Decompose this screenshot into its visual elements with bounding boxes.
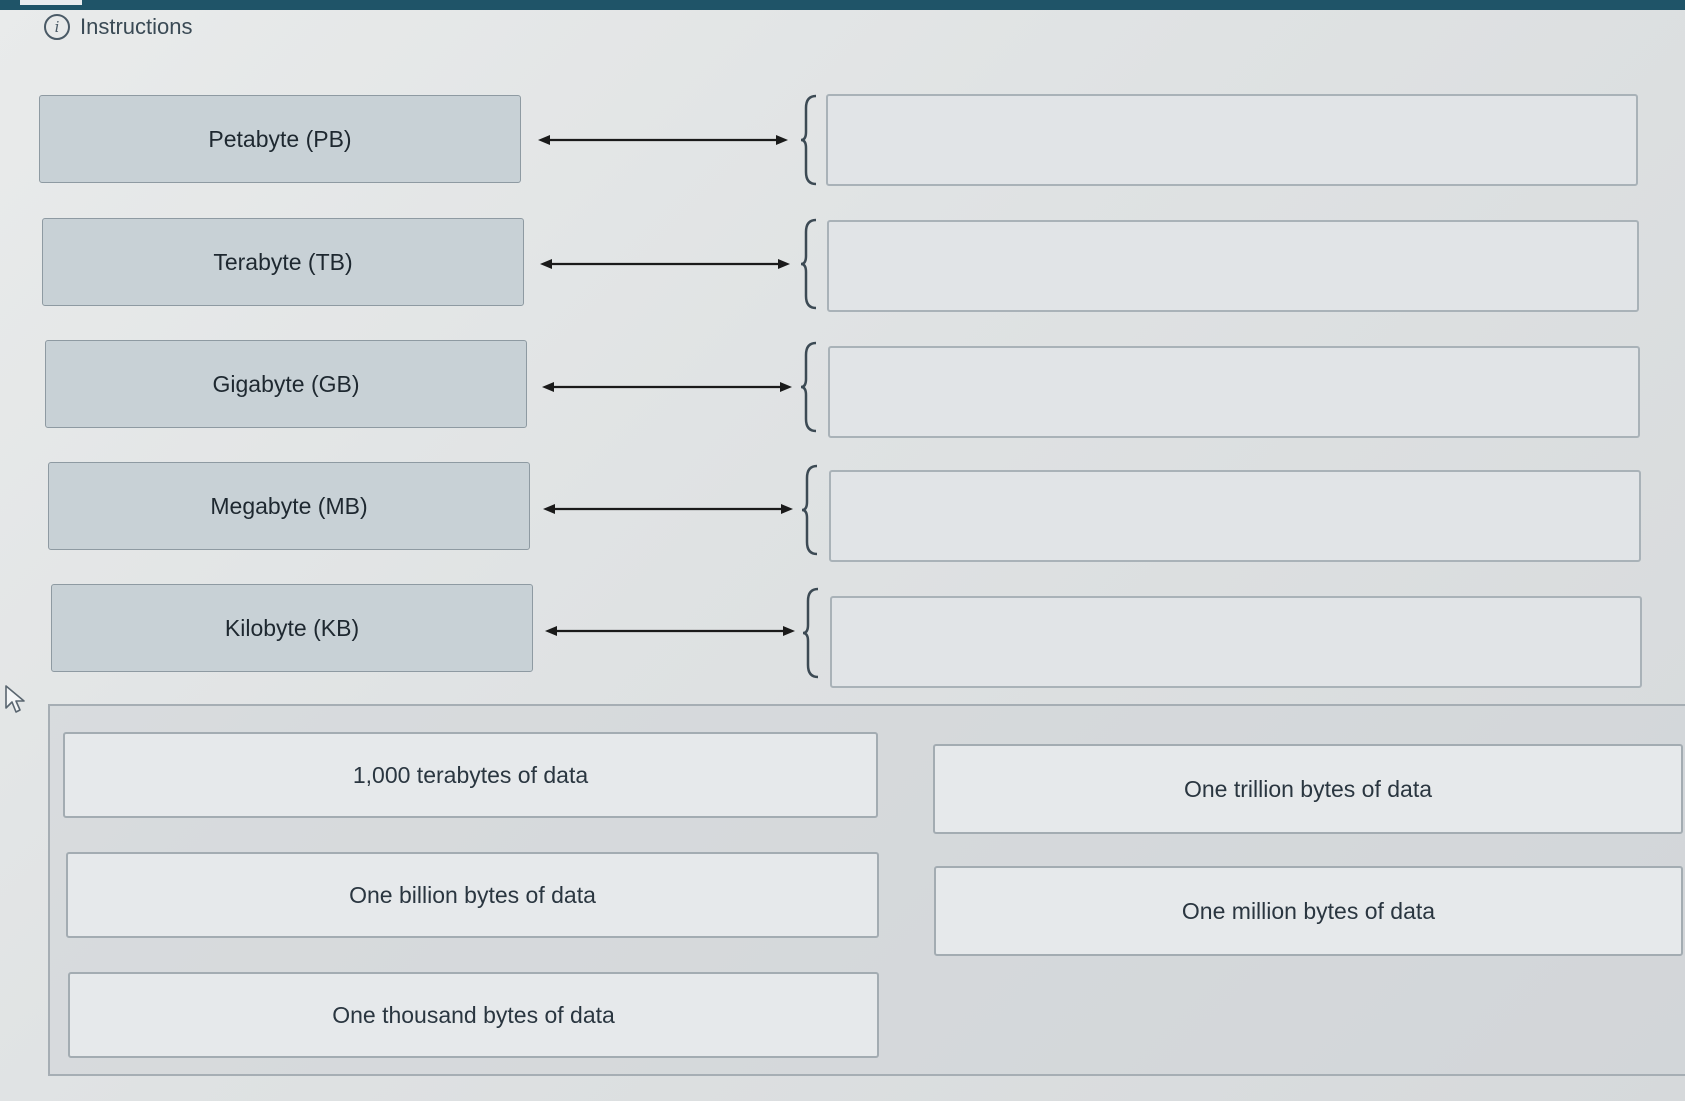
left-brace-icon	[801, 464, 818, 556]
top-bar	[0, 0, 1685, 10]
term-label: Megabyte (MB)	[210, 492, 368, 519]
left-brace-icon	[800, 94, 817, 186]
instructions-label: Instructions	[80, 14, 193, 39]
mouse-pointer-icon	[5, 685, 25, 713]
drop-zone-petabyte[interactable]	[826, 94, 1638, 186]
drop-zone-megabyte[interactable]	[829, 470, 1641, 562]
term-label: Gigabyte (GB)	[212, 370, 360, 397]
info-circle-icon: i	[44, 14, 70, 40]
option-label: 1,000 terabytes of data	[352, 761, 589, 788]
option-one-billion-bytes[interactable]: One billion bytes of data	[66, 852, 879, 938]
option-one-trillion-bytes[interactable]: One trillion bytes of data	[933, 744, 1683, 834]
term-label: Petabyte (PB)	[208, 125, 352, 152]
left-brace-icon	[802, 587, 819, 679]
double-arrow-icon	[538, 135, 788, 145]
instructions-toggle[interactable]: i Instructions	[44, 14, 193, 40]
double-arrow-icon	[542, 382, 792, 392]
option-label: One trillion bytes of data	[1183, 775, 1433, 802]
left-brace-icon	[800, 218, 817, 310]
term-label: Kilobyte (KB)	[224, 614, 360, 641]
option-label: One billion bytes of data	[349, 881, 596, 908]
term-kilobyte: Kilobyte (KB)	[51, 584, 533, 672]
option-one-thousand-bytes[interactable]: One thousand bytes of data	[68, 972, 879, 1058]
term-petabyte: Petabyte (PB)	[39, 95, 521, 183]
term-megabyte: Megabyte (MB)	[48, 462, 530, 550]
term-terabyte: Terabyte (TB)	[42, 218, 524, 306]
term-label: Terabyte (TB)	[213, 248, 353, 275]
double-arrow-icon	[540, 259, 790, 269]
drop-zone-gigabyte[interactable]	[828, 346, 1640, 438]
drop-zone-terabyte[interactable]	[827, 220, 1639, 312]
option-label: One million bytes of data	[1181, 897, 1436, 924]
double-arrow-icon	[545, 626, 795, 636]
left-brace-icon	[800, 341, 817, 433]
drop-zone-kilobyte[interactable]	[830, 596, 1642, 688]
option-label: One thousand bytes of data	[332, 1001, 615, 1028]
top-bar-tab	[20, 0, 82, 5]
option-1000-terabytes[interactable]: 1,000 terabytes of data	[63, 732, 878, 818]
term-gigabyte: Gigabyte (GB)	[45, 340, 527, 428]
double-arrow-icon	[543, 504, 793, 514]
option-one-million-bytes[interactable]: One million bytes of data	[934, 866, 1683, 956]
